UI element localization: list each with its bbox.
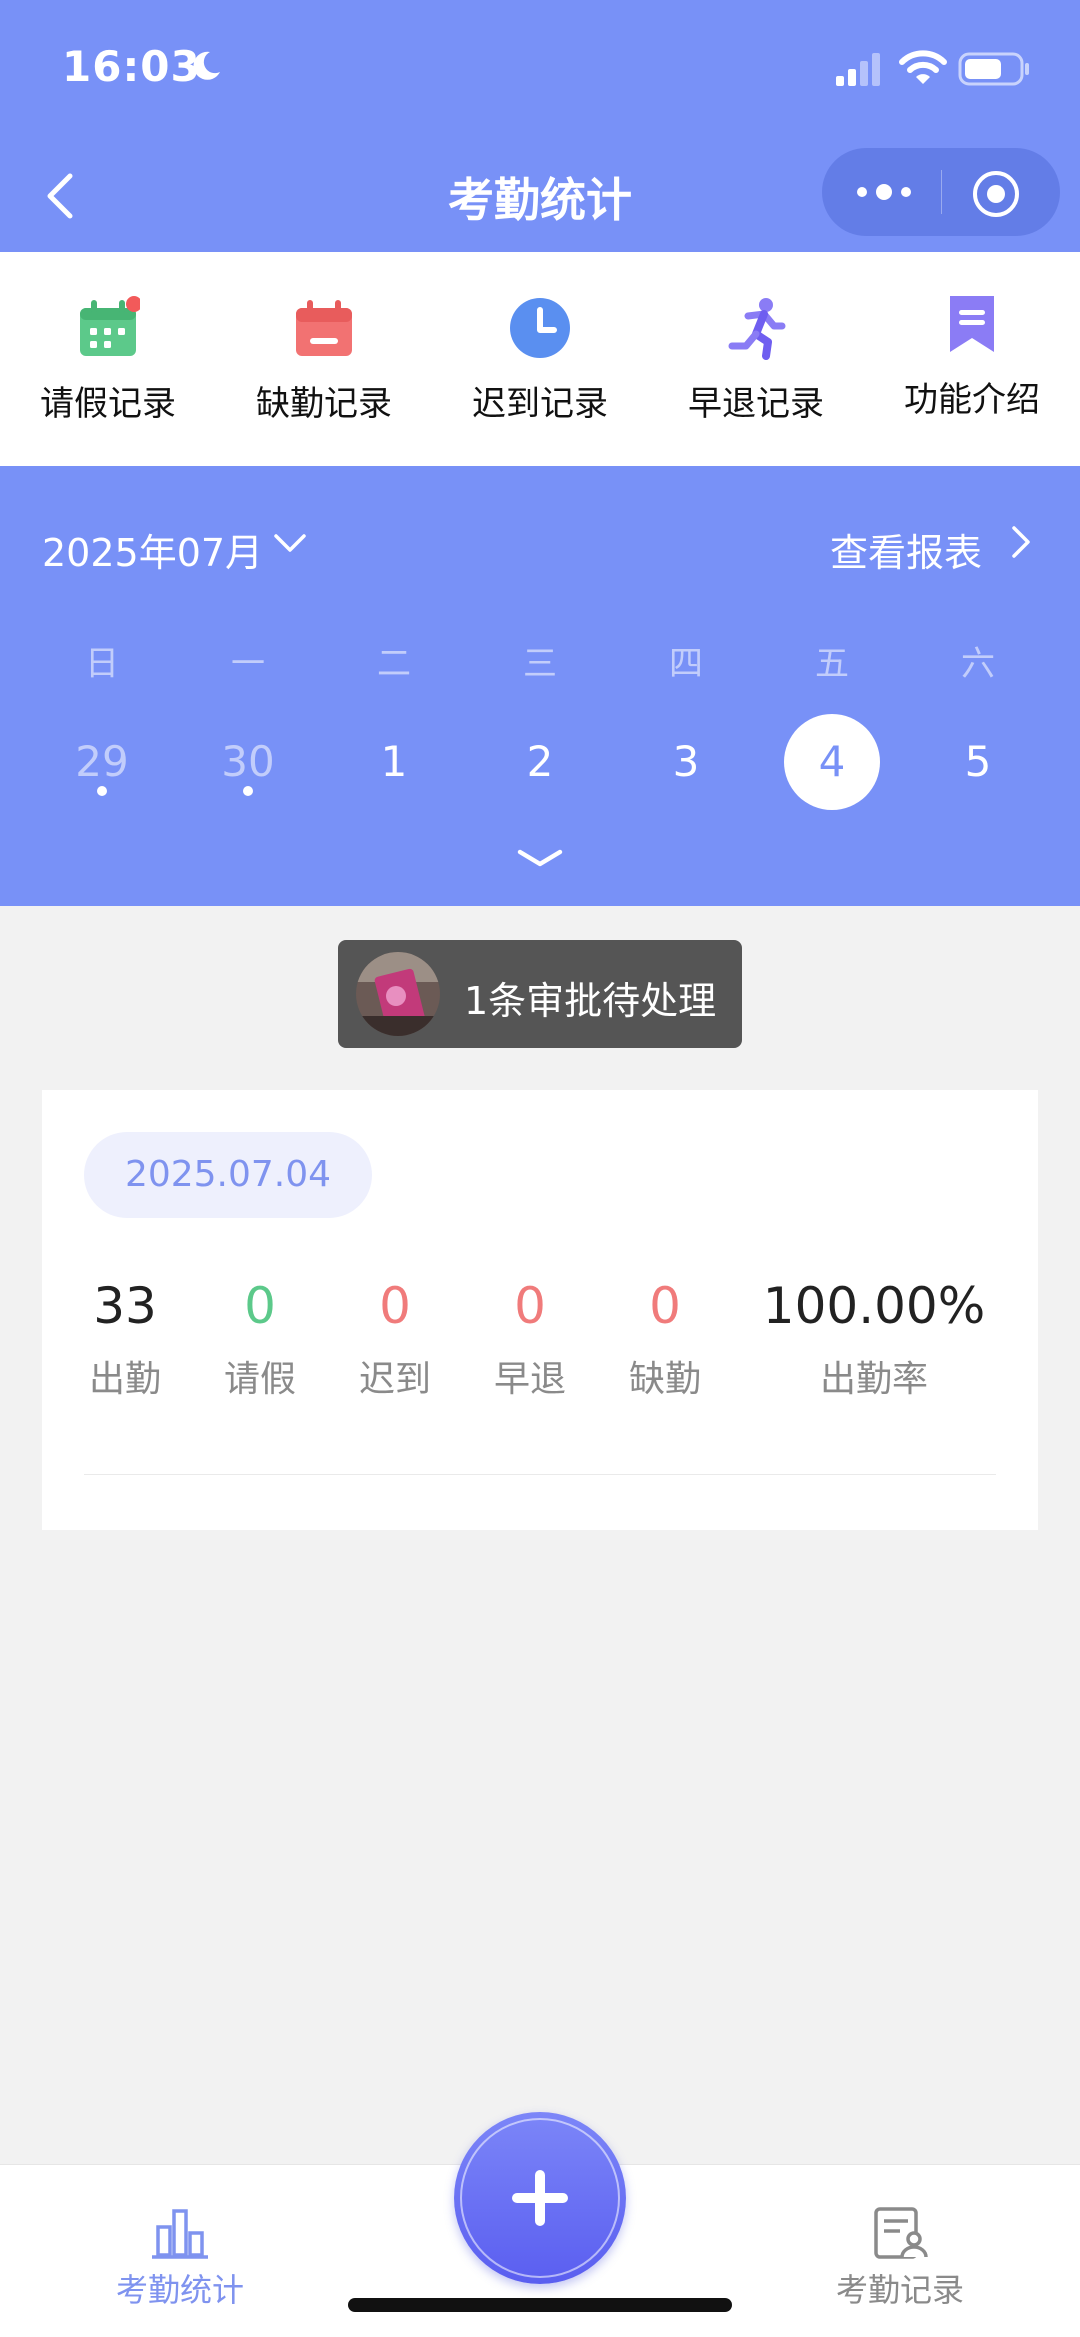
stat-value: 0 <box>379 1277 411 1335</box>
stat-label: 迟到 <box>358 1359 431 1400</box>
calendar-minus-icon <box>296 300 352 356</box>
wifi-icon <box>899 50 947 84</box>
tab-attendance-records[interactable]: 考勤记录 <box>800 2205 1000 2311</box>
more-icon[interactable] <box>852 172 916 212</box>
quick-late-records[interactable]: 迟到记录 <box>432 252 648 466</box>
quick-label: 迟到记录 <box>472 384 608 424</box>
weekday-label: 二 <box>377 644 411 684</box>
month-selector[interactable]: 2025年07月 <box>42 522 263 577</box>
toast-message: 1条审批待处理 <box>464 979 717 1023</box>
approval-toast[interactable]: 1条审批待处理 <box>338 940 742 1048</box>
tab-label: 考勤统计 <box>115 2271 244 2309</box>
stat-value: 0 <box>649 1277 681 1335</box>
stat-value: 33 <box>93 1277 157 1335</box>
weekday-label: 一 <box>231 644 265 684</box>
avatar <box>356 952 440 1036</box>
chevron-right-icon[interactable] <box>1006 522 1034 562</box>
view-report-link[interactable]: 查看报表 <box>830 522 982 577</box>
quick-label: 功能介绍 <box>904 380 1040 420</box>
nav-bar: 考勤统计 <box>0 140 1080 252</box>
status-time: 16:03 <box>62 42 201 91</box>
tab-label: 考勤记录 <box>835 2271 964 2309</box>
quick-actions: 请假记录 缺勤记录 迟到记录 早退记录 功能介绍 <box>0 252 1080 466</box>
stat-label: 出勤率 <box>819 1359 928 1400</box>
status-bar: 16:03 <box>0 0 1080 140</box>
quick-label: 请假记录 <box>40 384 176 424</box>
chevron-down-icon[interactable] <box>272 528 308 558</box>
weekday-label: 五 <box>815 644 849 684</box>
battery-icon <box>958 52 1029 86</box>
stat-attendance-rate[interactable]: 100.00% 出勤率 <box>754 1276 994 1402</box>
weekday-label: 日 <box>85 644 119 684</box>
quick-early-leave-records[interactable]: 早退记录 <box>648 252 864 466</box>
tab-attendance-stats[interactable]: 考勤统计 <box>80 2205 280 2311</box>
mini-program-capsule <box>822 148 1060 236</box>
weekday-label: 四 <box>669 644 703 684</box>
stat-attendance[interactable]: 33 出勤 <box>70 1276 180 1402</box>
bar-chart-icon <box>152 2209 208 2259</box>
stat-label: 早退 <box>493 1359 566 1400</box>
weekday-label: 三 <box>523 644 557 684</box>
weekday-label: 六 <box>961 644 995 684</box>
stat-label: 请假 <box>223 1359 296 1400</box>
stat-label: 出勤 <box>88 1359 161 1400</box>
document-user-icon <box>874 2207 928 2259</box>
stat-value: 0 <box>244 1277 276 1335</box>
quick-label: 缺勤记录 <box>256 384 392 424</box>
calendar-day-selected[interactable]: 4 <box>782 714 882 810</box>
stat-label: 缺勤 <box>628 1359 701 1400</box>
calendar-day[interactable]: 2 <box>490 714 590 810</box>
quick-absence-records[interactable]: 缺勤记录 <box>216 252 432 466</box>
add-button[interactable] <box>454 2112 626 2284</box>
calendar-day[interactable]: 3 <box>636 714 736 810</box>
moon-icon <box>193 51 220 80</box>
record-dot <box>243 786 253 796</box>
record-dot <box>97 786 107 796</box>
cellular-signal-icon <box>836 53 880 86</box>
stat-absence[interactable]: 0 缺勤 <box>610 1276 720 1402</box>
capsule-divider <box>941 170 942 214</box>
running-person-icon <box>728 298 786 360</box>
plus-icon <box>512 2170 568 2226</box>
bookmark-icon <box>950 296 994 352</box>
quick-label: 早退记录 <box>688 384 824 424</box>
calendar-day[interactable]: 1 <box>344 714 444 810</box>
stat-value: 0 <box>514 1277 546 1335</box>
home-indicator <box>348 2298 732 2312</box>
attendance-summary-card: 2025.07.04 33 出勤 0 请假 0 迟到 0 早退 0 缺勤 100… <box>42 1090 1038 1530</box>
summary-date: 2025.07.04 <box>84 1132 372 1218</box>
stat-leave[interactable]: 0 请假 <box>205 1276 315 1402</box>
stat-early-leave[interactable]: 0 早退 <box>475 1276 585 1402</box>
stat-value: 100.00% <box>762 1277 986 1335</box>
divider <box>84 1474 996 1475</box>
calendar-grid-icon <box>80 296 140 356</box>
expand-calendar-icon[interactable] <box>514 844 566 872</box>
calendar: 2025年07月 查看报表 日 一 二 三 四 五 六 29 30 1 2 3 … <box>0 466 1080 906</box>
close-target-icon[interactable] <box>970 168 1022 220</box>
quick-feature-intro[interactable]: 功能介绍 <box>864 252 1080 466</box>
clock-icon <box>510 298 570 358</box>
header: 16:03 考勤统计 <box>0 0 1080 252</box>
stat-late[interactable]: 0 迟到 <box>340 1276 450 1402</box>
quick-leave-records[interactable]: 请假记录 <box>0 252 216 466</box>
calendar-day[interactable]: 5 <box>928 714 1028 810</box>
